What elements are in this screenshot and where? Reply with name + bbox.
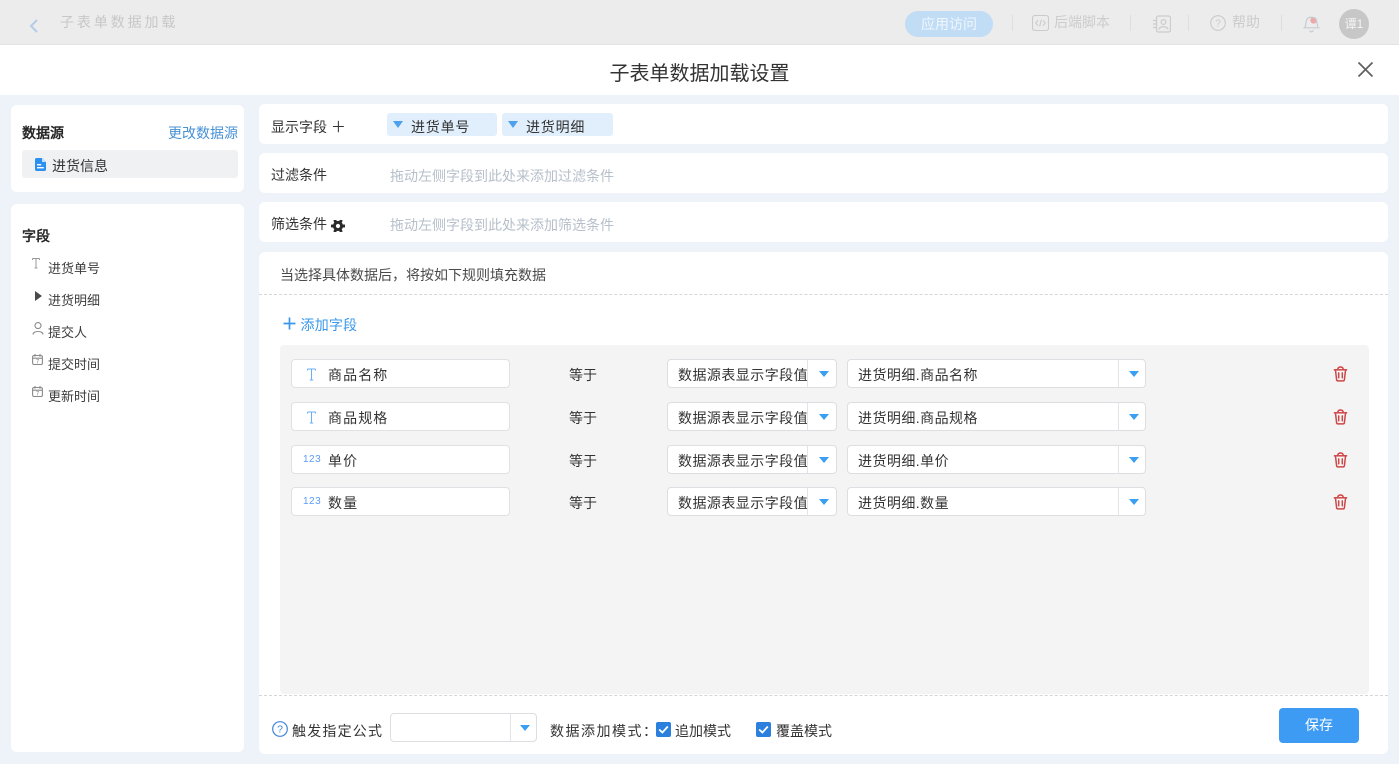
svg-text:?: ? xyxy=(277,724,283,736)
svg-text:?: ? xyxy=(1215,19,1221,30)
